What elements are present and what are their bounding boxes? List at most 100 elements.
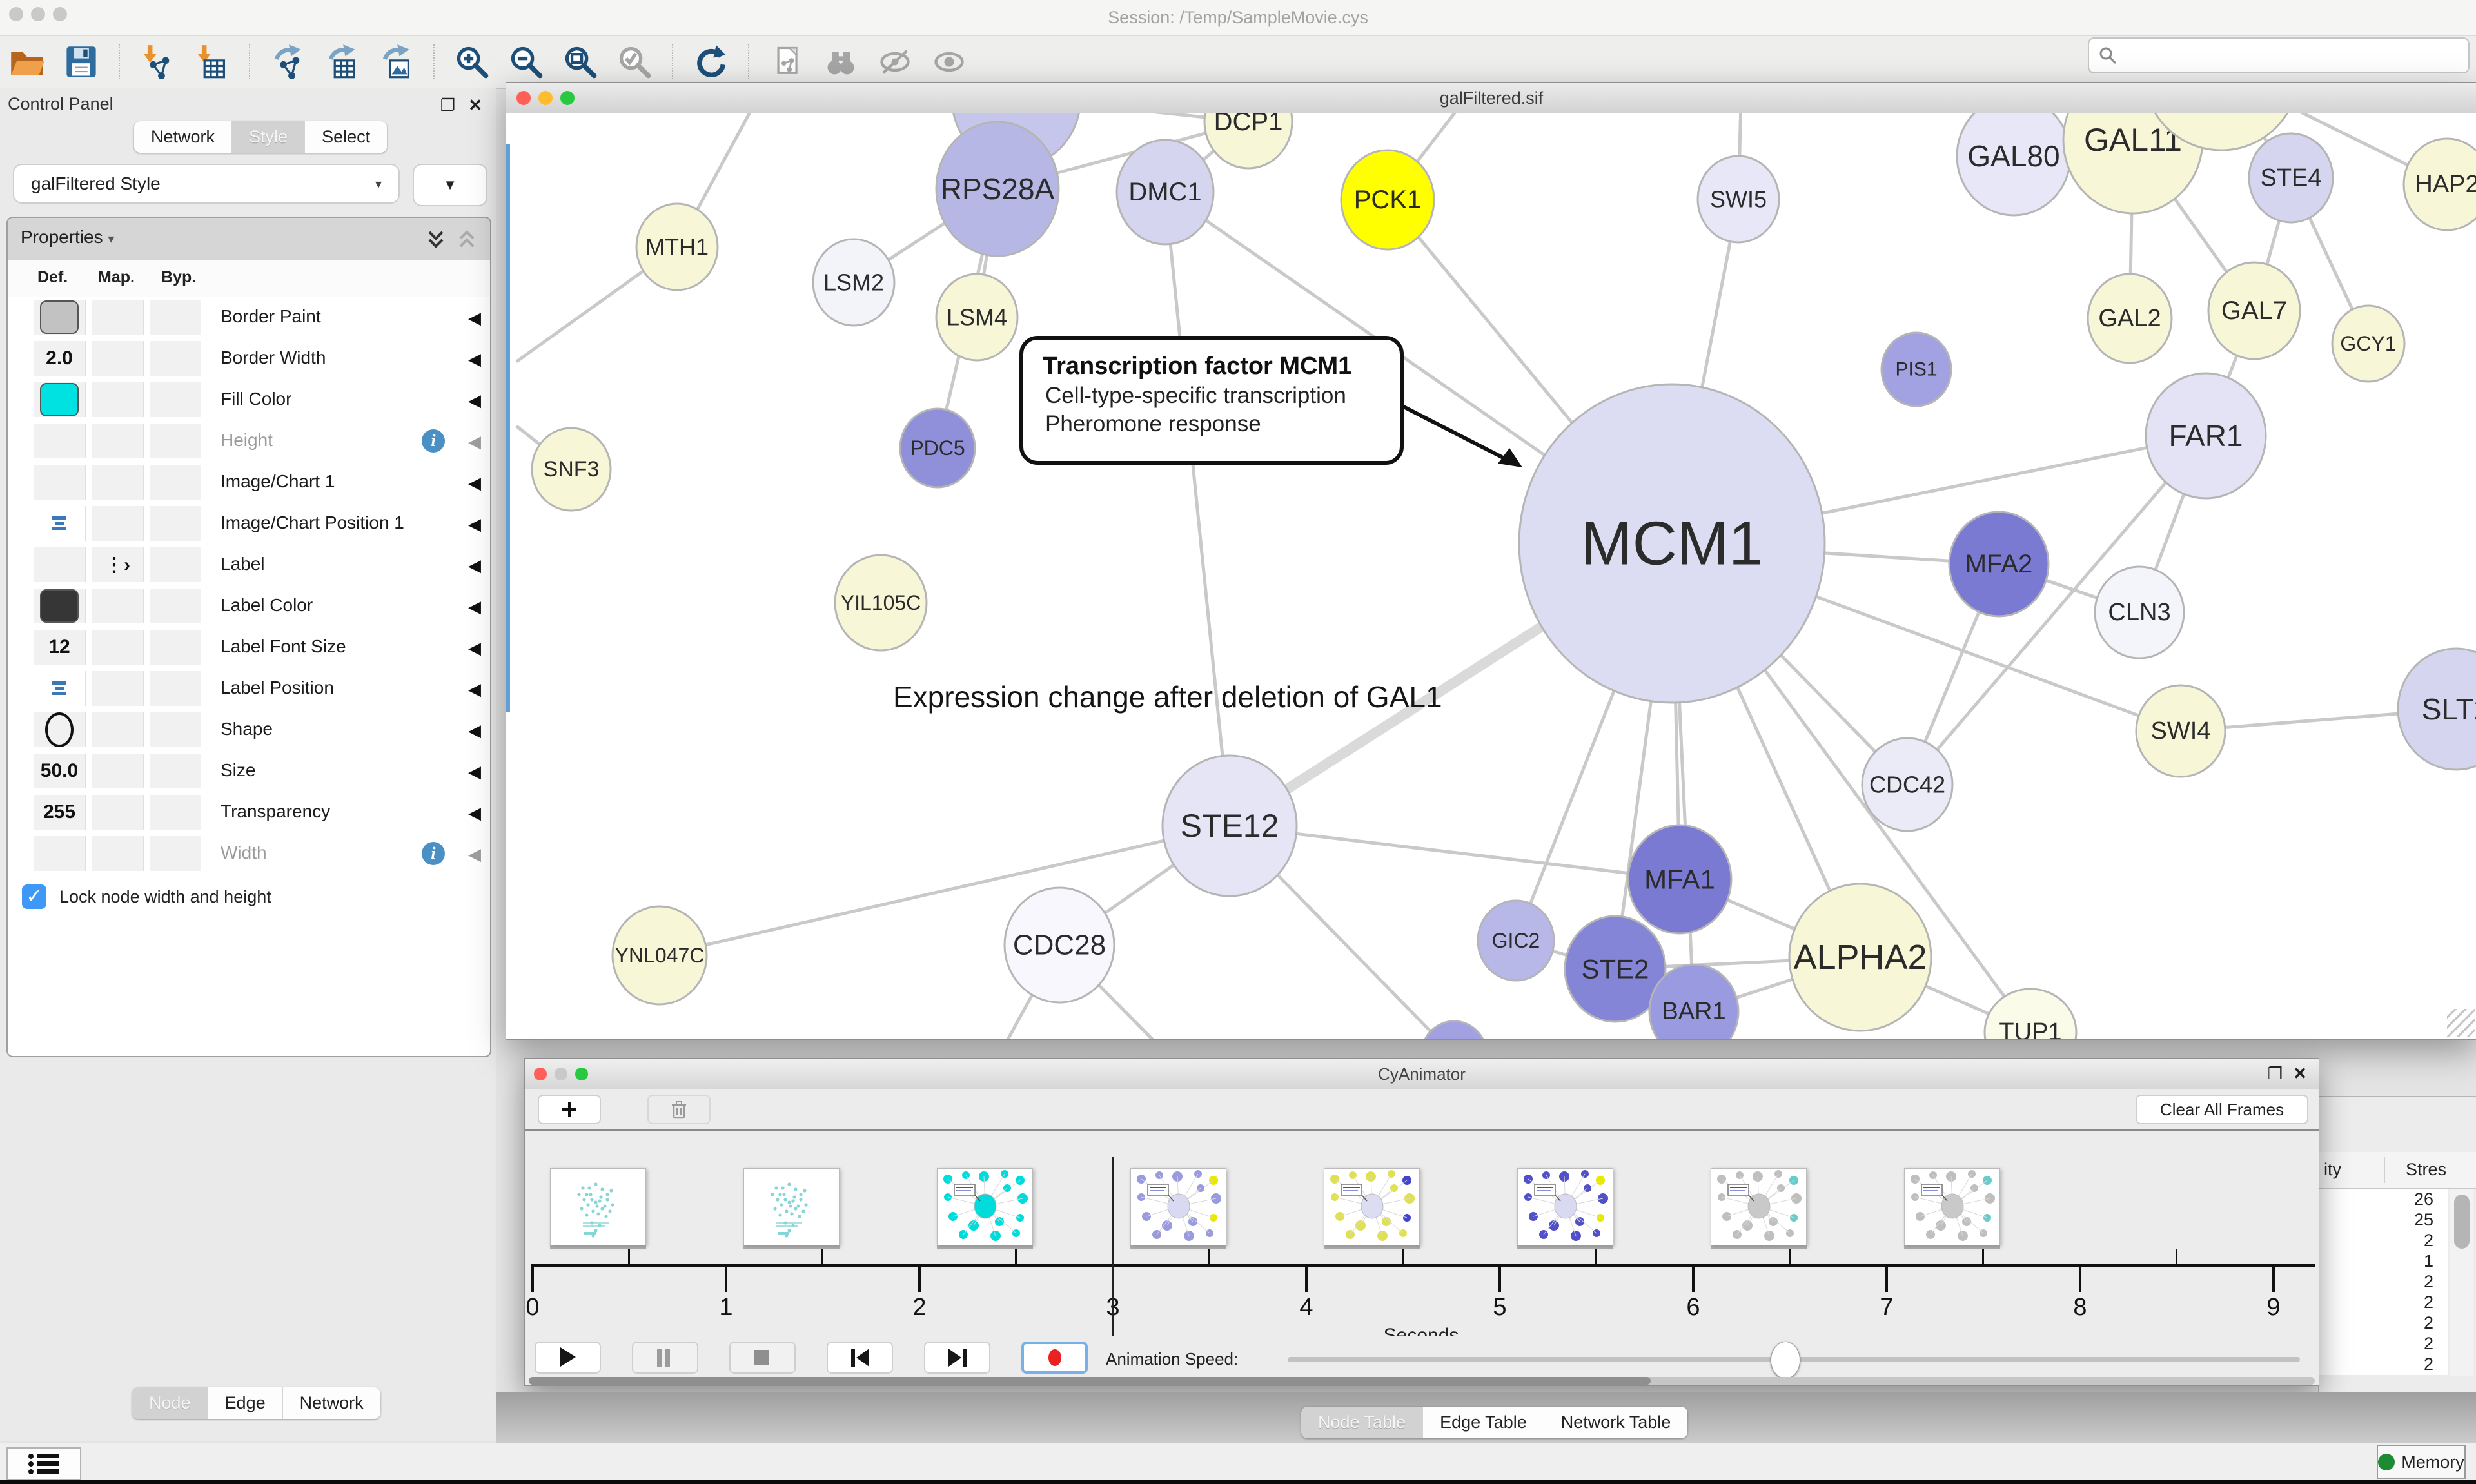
network-node-pis1[interactable]: PIS1: [1882, 333, 1951, 406]
export-network-icon[interactable]: [270, 44, 306, 80]
delete-frame-button[interactable]: [647, 1095, 711, 1124]
network-node-rps28a[interactable]: RPS28A: [936, 122, 1059, 256]
position-icon[interactable]: [50, 680, 69, 697]
byp-cell[interactable]: [150, 712, 201, 747]
map-cell[interactable]: ⋮›: [92, 547, 144, 582]
expand-row-icon[interactable]: ◀: [468, 432, 481, 452]
network-node-gal80[interactable]: GAL80: [1957, 113, 2070, 215]
byp-cell[interactable]: [150, 630, 201, 665]
find-icon[interactable]: [823, 44, 859, 80]
map-cell[interactable]: [92, 795, 144, 830]
animation-frame-1[interactable]: [743, 1168, 840, 1245]
search-input[interactable]: [2088, 37, 2470, 73]
resize-grip[interactable]: [2447, 1009, 2475, 1037]
property-row-label-font-size[interactable]: 12Label Font Size◀: [8, 627, 490, 669]
network-node-mfa2[interactable]: MFA2: [1949, 512, 2049, 616]
table-row[interactable]: 2: [2319, 1231, 2448, 1251]
map-cell[interactable]: [92, 465, 144, 500]
property-row-label-position[interactable]: Label Position◀: [8, 668, 490, 710]
network-node-gcy1[interactable]: GCY1: [2332, 306, 2404, 382]
byp-cell[interactable]: [150, 300, 201, 335]
shape-icon[interactable]: [45, 712, 74, 747]
style-options-button[interactable]: ▼: [413, 164, 487, 206]
animation-frame-2[interactable]: [937, 1168, 1033, 1245]
refresh-layout-icon[interactable]: [693, 44, 729, 80]
scrollbar-thumb[interactable]: [2454, 1195, 2470, 1249]
task-history-button[interactable]: [6, 1447, 81, 1481]
hide-selected-icon[interactable]: [877, 44, 913, 80]
save-session-icon[interactable]: [63, 44, 99, 80]
byp-cell[interactable]: [150, 465, 201, 500]
table-row[interactable]: 2: [2319, 1313, 2448, 1334]
property-row-fill-color[interactable]: Fill Color◀: [8, 379, 490, 421]
tab-node-table[interactable]: Node Table: [1301, 1407, 1423, 1438]
map-cell[interactable]: [92, 589, 144, 623]
animation-frame-0[interactable]: [550, 1168, 646, 1245]
maximize-window-icon[interactable]: [560, 91, 575, 105]
animation-frame-6[interactable]: [1711, 1168, 1807, 1245]
properties-header[interactable]: Properties ▾: [8, 218, 490, 261]
network-node-alpha2[interactable]: ALPHA2: [1789, 884, 1931, 1031]
zoom-fit-icon[interactable]: [562, 44, 598, 80]
tab-select[interactable]: Select: [305, 121, 387, 153]
table-row[interactable]: 25: [2319, 1210, 2448, 1231]
map-cell[interactable]: [92, 836, 144, 871]
byp-cell[interactable]: [150, 341, 201, 376]
def-cell[interactable]: [34, 465, 86, 500]
network-node-hap2[interactable]: HAP2: [2404, 139, 2476, 230]
byp-cell[interactable]: [150, 795, 201, 830]
expand-row-icon[interactable]: ◀: [468, 597, 481, 617]
style-selector[interactable]: galFiltered Style ▾: [13, 164, 400, 204]
map-cell[interactable]: [92, 630, 144, 665]
network-node-gal7[interactable]: GAL7: [2208, 262, 2300, 359]
position-icon[interactable]: [50, 515, 69, 532]
network-node-far1[interactable]: FAR1: [2146, 373, 2266, 498]
annotation-box[interactable]: Transcription factor MCM1 Cell-type-spec…: [1019, 336, 1404, 465]
expand-row-icon[interactable]: ◀: [468, 556, 481, 576]
network-node-purp[interactable]: [1421, 1021, 1487, 1039]
network-node-ste12[interactable]: STE12: [1163, 756, 1297, 896]
default-value[interactable]: 2.0: [46, 347, 73, 369]
network-node-ynl047c[interactable]: YNL047C: [613, 906, 707, 1004]
play-button[interactable]: [535, 1342, 601, 1374]
timeline-playhead[interactable]: [1112, 1157, 1114, 1354]
memory-button[interactable]: Memory: [2377, 1445, 2466, 1479]
animation-frame-5[interactable]: [1517, 1168, 1613, 1245]
property-row-border-paint[interactable]: Border Paint◀: [8, 297, 490, 338]
network-node-dmc1[interactable]: DMC1: [1117, 140, 1213, 244]
network-node-swi4[interactable]: SWI4: [2136, 685, 2225, 777]
map-cell[interactable]: [92, 341, 144, 376]
color-swatch[interactable]: [40, 383, 79, 416]
network-node-yil105c[interactable]: YIL105C: [835, 555, 927, 650]
show-all-icon[interactable]: [931, 44, 967, 80]
def-cell[interactable]: [34, 671, 86, 706]
byp-cell[interactable]: [150, 506, 201, 541]
def-cell[interactable]: [34, 300, 86, 335]
expand-row-icon[interactable]: ◀: [468, 721, 481, 741]
network-node-snf3[interactable]: SNF3: [532, 428, 611, 511]
map-cell[interactable]: [92, 300, 144, 335]
property-row-size[interactable]: 50.0Size◀: [8, 750, 490, 792]
open-session-icon[interactable]: [9, 44, 45, 80]
network-node-mfa1[interactable]: MFA1: [1628, 825, 1731, 933]
table-row[interactable]: 1: [2319, 1251, 2448, 1272]
color-swatch[interactable]: [40, 589, 79, 623]
timeline-ruler[interactable]: [531, 1264, 2315, 1267]
table-column-ity[interactable]: ity: [2324, 1160, 2341, 1180]
byp-cell[interactable]: [150, 754, 201, 788]
table-row[interactable]: 2: [2319, 1293, 2448, 1313]
clear-all-frames-button[interactable]: Clear All Frames: [2136, 1095, 2308, 1124]
default-value[interactable]: 50.0: [41, 760, 78, 782]
property-row-height[interactable]: Heighti◀: [8, 420, 490, 462]
table-row[interactable]: 2: [2319, 1334, 2448, 1354]
def-cell[interactable]: [34, 382, 86, 417]
table-row[interactable]: 2: [2319, 1272, 2448, 1293]
def-cell[interactable]: [34, 424, 86, 458]
property-row-transparency[interactable]: 255Transparency◀: [8, 792, 490, 834]
map-cell[interactable]: [92, 754, 144, 788]
expand-row-icon[interactable]: ◀: [468, 308, 481, 328]
network-node-cdc42[interactable]: CDC42: [1862, 738, 1952, 831]
def-cell[interactable]: [34, 712, 86, 747]
network-node-pdc5[interactable]: PDC5: [900, 409, 975, 487]
record-button[interactable]: [1021, 1342, 1088, 1374]
